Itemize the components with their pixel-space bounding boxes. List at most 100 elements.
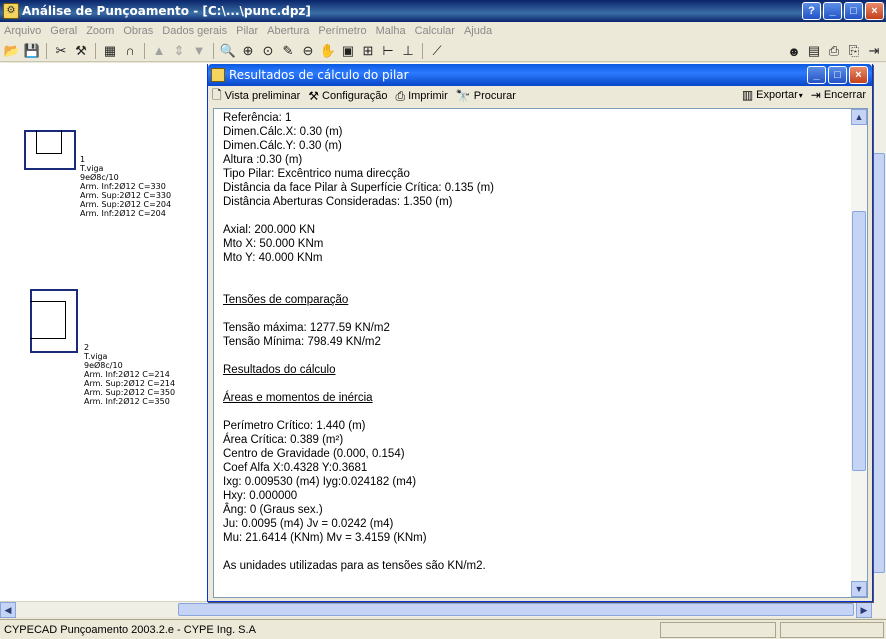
menu-geral[interactable]: Geral [50,25,77,37]
menu-abertura[interactable]: Abertura [267,25,309,37]
toolbar-separator [144,42,145,59]
menu-calcular[interactable]: Calcular [415,25,455,37]
main-horizontal-scrollbar-thumb[interactable] [178,603,854,616]
status-bar: CYPECAD Punçoamento 2003.2.e - CYPE Ing.… [0,619,886,639]
column-1-shape[interactable] [24,130,76,170]
open-folder-icon[interactable]: 📂 [2,42,22,60]
report-spacer [223,349,843,363]
help-button[interactable]: ? [802,2,821,20]
print-button[interactable]: ⎙ Imprimir [395,89,447,104]
report-line: Mto X: 50.000 KNm [223,238,324,250]
export-icon: ▥ [741,88,754,102]
axis-icon[interactable]: ⊢ [378,42,398,60]
report-line: Dimen.Cálc.Y: 0.30 (m) [223,140,342,152]
user-icon[interactable]: ☻ [784,42,804,60]
magnet-icon[interactable]: ∩ [120,42,140,60]
maximize-button[interactable]: □ [844,2,863,20]
zoom-out-icon[interactable]: ⊖ [298,42,318,60]
configuration-button[interactable]: ⚒ Configuração [308,89,387,103]
find-button[interactable]: 🔭 Procurar [456,89,516,103]
report-spacer [223,279,843,293]
app-icon: ⚙ [3,3,19,19]
minimize-button[interactable]: _ [823,2,842,20]
report-line: Tensão Mínima: 798.49 KN/m2 [223,336,381,348]
close-report-button[interactable]: ⇥ Encerrar [811,88,866,102]
column-1-line: T.viga [80,164,104,173]
dialog-toolbar-right: ▥ Exportar ▾ ⇥ Encerrar [742,88,866,102]
export-button[interactable]: ▥ Exportar ▾ [742,88,803,102]
exit-icon[interactable]: ⇥ [864,42,884,60]
main-horizontal-scrollbar[interactable]: ◀ ▶ [0,601,872,618]
arrow-down-icon[interactable]: ▼ [189,42,209,60]
report-content: Referência: 1 Dimen.Cálc.X: 0.30 (m) Dim… [223,111,843,573]
heading-tensoes: Tensões de comparação [223,294,349,306]
scroll-left-icon[interactable]: ◀ [0,602,16,618]
heading-areas: Áreas e momentos de inércia [223,392,373,404]
menu-malha[interactable]: Malha [376,25,406,37]
menu-perimetro[interactable]: Perímetro [318,25,366,37]
save-icon[interactable]: 💾 [22,42,42,60]
arrows-updown-icon[interactable]: ⇕ [169,42,189,60]
report-line: Tensão máxima: 1277.59 KN/m2 [223,322,390,334]
pan-hand-icon[interactable]: ✋ [318,42,338,60]
main-vertical-scrollbar-thumb[interactable] [873,153,885,573]
menu-pilar[interactable]: Pilar [236,25,258,37]
report-line: Distância da face Pilar à Superfície Crí… [223,182,495,194]
app-title: Análise de Punçoamento - [C:\...\punc.dp… [22,4,311,18]
preview-icon: 🗋 [212,87,222,102]
dialog-close-button[interactable]: × [849,66,868,84]
report-line: Coef Alfa X:0.4328 Y:0.3681 [223,462,368,474]
menu-zoom[interactable]: Zoom [86,25,114,37]
printer-icon: ⎙ [395,88,406,103]
scroll-down-icon[interactable]: ▼ [851,581,867,597]
main-vertical-scrollbar[interactable] [872,63,886,617]
toolbar-separator [46,42,47,59]
zoom-extents-icon[interactable]: 🔍 [218,42,238,60]
report-line: Hxy: 0.000000 [223,490,298,502]
dialog-maximize-button[interactable]: □ [828,66,847,84]
dialog-toolbar: 🗋 Vista preliminar ⚒ Configuração ⎙ Impr… [208,86,872,106]
column-2-shape[interactable] [30,289,78,353]
status-pane [660,622,776,638]
dialog-minimize-button[interactable]: _ [807,66,826,84]
report-line: Perímetro Crítico: 1.440 (m) [223,420,366,432]
grid-icon[interactable]: ▦ [100,42,120,60]
dimension-icon[interactable]: ⊞ [358,42,378,60]
scroll-right-icon[interactable]: ▶ [856,602,872,618]
toolbar-separator [213,42,214,59]
tool-wand-icon[interactable]: ✂ [51,42,71,60]
menu-dados-gerais[interactable]: Dados gerais [162,25,227,37]
arrow-up-icon[interactable]: ▲ [149,42,169,60]
menu-ajuda[interactable]: Ajuda [464,25,492,37]
print-icon[interactable]: ⎙ [824,42,844,60]
column-2-line: Arm. Inf:2Ø12 C=214 [84,370,170,379]
preview-button[interactable]: 🗋 Vista preliminar [212,86,300,107]
tool-broom-icon[interactable]: ⚒ [71,42,91,60]
report-scrollbar-thumb[interactable] [852,211,866,471]
zoom-window-icon[interactable]: ⊕ [238,42,258,60]
report-spacer [223,377,843,391]
zoom-in-icon[interactable]: ⊙ [258,42,278,60]
print-preview-icon[interactable]: ⎘ [844,42,864,60]
tools-icon: ⚒ [308,89,320,103]
chart-icon[interactable]: ⟋ [427,42,447,60]
column-2-line: Arm. Sup:2Ø12 C=214 [84,379,176,388]
close-report-label: Encerrar [823,89,866,101]
report-spacer [223,545,843,559]
report-footer-note: As unidades utilizadas para as tensões s… [223,560,486,572]
window-icon[interactable]: ▣ [338,42,358,60]
preview-label: Vista preliminar [224,90,301,102]
menu-obras[interactable]: Obras [123,25,153,37]
exit-door-icon: ⇥ [810,88,821,102]
export-label: Exportar [756,89,798,101]
calculator-icon[interactable]: ▤ [804,42,824,60]
dialog-titlebar: Resultados de cálculo do pilar _ □ × [208,64,872,86]
scroll-up-icon[interactable]: ▲ [851,109,867,125]
report-spacer [223,209,843,223]
report-vertical-scrollbar[interactable]: ▲ ▼ [851,109,867,597]
menu-arquivo[interactable]: Arquivo [4,25,41,37]
report-area[interactable]: Referência: 1 Dimen.Cálc.X: 0.30 (m) Dim… [213,108,868,598]
close-button[interactable]: × [865,2,884,20]
measure-icon[interactable]: ⊥ [398,42,418,60]
pencil-icon[interactable]: ✎ [278,42,298,60]
